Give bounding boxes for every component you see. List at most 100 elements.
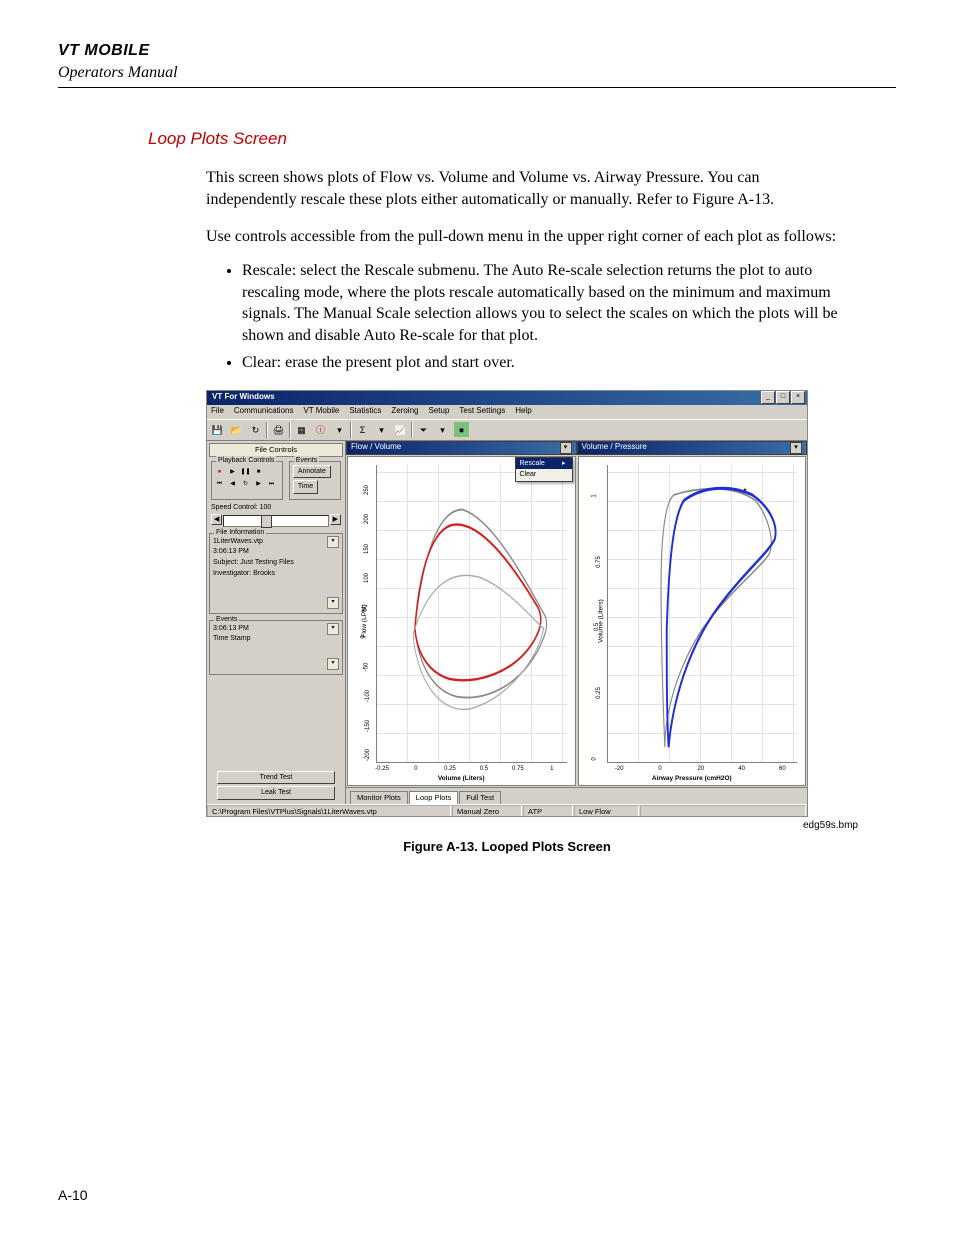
toolbar: 💾 📂 ↻ 🖨 ▦ ⓘ ▾ Σ ▾ 📈 ⏷ ▾ ⏹ [207, 419, 807, 441]
close-button[interactable]: × [791, 391, 805, 404]
maximize-button[interactable]: □ [776, 391, 790, 404]
plot-panel: Flow / Volume ▾ Volume / Pressure ▾ [346, 441, 807, 804]
minimize-button[interactable]: _ [761, 391, 775, 404]
fileinfo-line: 1LiterWaves.vtp [213, 538, 339, 547]
info-icon[interactable]: ⓘ [312, 421, 329, 438]
status-atp: ATP [523, 805, 573, 817]
stop-icon[interactable]: ⏹ [453, 421, 470, 438]
play-icon[interactable]: ▶ [228, 468, 237, 476]
menu-communications[interactable]: Communications [234, 406, 294, 417]
volume-pressure-plot: ↖ Volume (Liters) Airway Pressure (cmH2O… [578, 456, 807, 786]
plot1-curves [377, 465, 567, 762]
bullet-item: Rescale: select the Rescale submenu. The… [242, 260, 846, 346]
flow-volume-plot: Rescale▸ Clear Auto Re-scale Manual Scal… [347, 456, 576, 786]
plot2-curves [608, 465, 798, 762]
step-fwd-icon[interactable]: ▶ [254, 480, 263, 488]
status-flow: Low Flow [574, 805, 639, 817]
manual-subtitle: Operators Manual [58, 62, 896, 84]
plot1-header: Flow / Volume ▾ [346, 441, 577, 455]
annotate-button[interactable]: Annotate [293, 465, 331, 478]
left-panel: File Controls Playback Controls ● ▶ ❚❚ ■… [207, 441, 346, 804]
slider-left-arrow[interactable]: ◀ [211, 514, 222, 525]
events-dropdown[interactable]: ▾ [327, 623, 339, 635]
trend-test-button[interactable]: Trend Test [217, 771, 335, 784]
plot1-menu-dropdown[interactable]: ▾ [560, 442, 572, 454]
pause-icon[interactable]: ❚❚ [241, 468, 250, 476]
dropdown-icon[interactable]: ▾ [331, 421, 348, 438]
file-controls-header: File Controls [209, 443, 343, 457]
menu-zeroing[interactable]: Zeroing [391, 406, 418, 417]
image-filename: edg59s.bmp [206, 819, 858, 833]
app-window: VT For Windows _ □ × File Communications… [206, 390, 808, 817]
fileinfo-line: Subject: Just Testing Files [213, 559, 339, 568]
clear-menu-item[interactable]: Clear [516, 469, 572, 480]
plot2-menu-dropdown[interactable]: ▾ [790, 442, 802, 454]
record-icon[interactable]: ● [215, 468, 224, 476]
plot2-title: Volume / Pressure [582, 442, 647, 453]
bullet-list: Rescale: select the Rescale submenu. The… [206, 260, 846, 374]
status-path: C:\Program Files\VTPlus\Signals\1LiterWa… [207, 805, 451, 817]
sigma-icon[interactable]: Σ [354, 421, 371, 438]
rescale-menu-item[interactable]: Rescale▸ [516, 458, 572, 469]
events-dropdown-2[interactable]: ▾ [327, 658, 339, 670]
chart-icon[interactable]: 📈 [392, 421, 409, 438]
file-info-group-label: File Information [214, 528, 266, 537]
skip-end-icon[interactable]: ⏭ [267, 480, 276, 488]
events2-group-label: Events [214, 615, 239, 624]
plot2-ylabel: Volume (Liters) [597, 599, 606, 643]
time-button[interactable]: Time [293, 480, 318, 493]
menu-setup[interactable]: Setup [428, 406, 449, 417]
plot1-title: Flow / Volume [351, 442, 401, 453]
tab-full-test[interactable]: Full Test [459, 791, 501, 804]
plot2-xlabel: Airway Pressure (cmH2O) [652, 775, 732, 784]
plot-context-menu: Rescale▸ Clear [515, 457, 573, 482]
statusbar: C:\Program Files\VTPlus\Signals\1LiterWa… [207, 804, 807, 817]
plot1-xlabel: Volume (Liters) [438, 775, 485, 784]
menu-file[interactable]: File [211, 406, 224, 417]
tab-monitor-plots[interactable]: Monitor Plots [350, 791, 408, 804]
menu-statistics[interactable]: Statistics [349, 406, 381, 417]
loop-icon[interactable]: ↻ [241, 480, 250, 488]
titlebar: VT For Windows _ □ × [207, 391, 807, 405]
step-back-icon[interactable]: ◀ [228, 480, 237, 488]
plot2-header: Volume / Pressure ▾ [577, 441, 808, 455]
events-group-label: Events [294, 456, 319, 465]
playback-group-label: Playback Controls [216, 456, 276, 465]
grid-icon[interactable]: ▦ [293, 421, 310, 438]
slider-right-arrow[interactable]: ▶ [330, 514, 341, 525]
fileinfo-dropdown-2[interactable]: ▾ [327, 597, 339, 609]
paragraph-1: This screen shows plots of Flow vs. Volu… [206, 167, 846, 210]
open-icon[interactable]: 📂 [228, 421, 245, 438]
stop-play-icon[interactable]: ■ [254, 468, 263, 476]
figure-caption: Figure A-13. Looped Plots Screen [206, 838, 808, 856]
window-title: VT For Windows [209, 392, 761, 403]
section-title: Loop Plots Screen [148, 128, 896, 151]
plot-tabs: Monitor Plots Loop Plots Full Test [346, 787, 807, 804]
rescale-submenu: Auto Re-scale Manual Scale [575, 457, 576, 482]
menu-testsettings[interactable]: Test Settings [459, 406, 505, 417]
fileinfo-line: 3:06:13 PM [213, 548, 339, 557]
menu-vtmobile[interactable]: VT Mobile [303, 406, 339, 417]
menu-help[interactable]: Help [515, 406, 531, 417]
product-name: VT MOBILE [58, 40, 896, 62]
paragraph-2: Use controls accessible from the pull-do… [206, 226, 846, 248]
dropdown-icon[interactable]: ▾ [373, 421, 390, 438]
save-icon[interactable]: 💾 [209, 421, 226, 438]
refresh-icon[interactable]: ↻ [247, 421, 264, 438]
fileinfo-line: Investigator: Brooks [213, 570, 339, 579]
page-header: VT MOBILE Operators Manual [58, 40, 896, 88]
events-line: Time Stamp [213, 635, 339, 644]
tab-loop-plots[interactable]: Loop Plots [409, 791, 458, 804]
skip-start-icon[interactable]: ⏮ [215, 480, 224, 488]
print-icon[interactable]: 🖨 [270, 421, 287, 438]
page-number: A-10 [58, 1186, 88, 1205]
speed-slider[interactable] [223, 515, 328, 527]
menubar: File Communications VT Mobile Statistics… [207, 405, 807, 419]
filter-icon[interactable]: ⏷ [415, 421, 432, 438]
leak-test-button[interactable]: Leak Test [217, 786, 335, 799]
dropdown-icon[interactable]: ▾ [434, 421, 451, 438]
speed-control-label: Speed Control: 100 [211, 504, 341, 513]
fileinfo-dropdown[interactable]: ▾ [327, 536, 339, 548]
status-zero: Manual Zero [452, 805, 522, 817]
events-line: 3:06:13 PM [213, 625, 339, 634]
